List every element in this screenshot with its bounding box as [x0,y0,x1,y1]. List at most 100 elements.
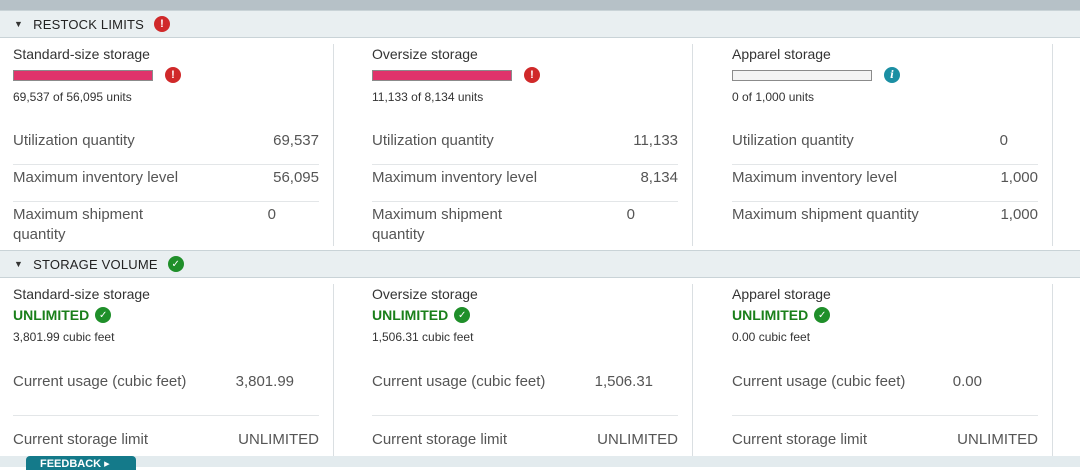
metric-value: UNLIMITED [597,431,678,448]
unlimited-status: UNLIMITED ✓ [732,307,831,323]
metric-value: 0.00 [952,373,982,390]
collapse-caret-icon[interactable]: ▼ [14,259,23,269]
metric-value: 1,506.31 [594,373,653,390]
units-text: 0 of 1,000 units [732,90,815,104]
column-divider [1052,284,1053,456]
storage-volume-panel: Standard-size storage UNLIMITED ✓ 3,801.… [0,278,1080,456]
metric-value: 0 [999,132,1008,149]
check-circle-icon: ✓ [454,307,471,323]
metric-label: Current usage (cubic feet) [732,373,906,390]
capacity-bar [732,69,872,81]
capacity-bar [13,69,153,81]
storage-type-label: Oversize storage [372,46,478,62]
metric-label: Current storage limit [732,431,868,448]
metric-row: Current storage limit UNLIMITED [732,430,1038,452]
unlimited-label: UNLIMITED [372,307,449,323]
metric-label: Maximum shipment quantity [732,206,919,223]
cubic-feet-text: 3,801.99 cubic feet [13,330,115,344]
volume-column-apparel: Apparel storage UNLIMITED ✓ 0.00 cubic f… [719,278,1079,456]
column-divider [1052,44,1053,246]
feedback-button[interactable]: FEEDBACK ▸ [26,456,136,470]
metric-value: 8,134 [640,169,678,186]
metric-value: 3,801.99 [235,373,294,390]
storage-type-label: Oversize storage [372,286,478,302]
units-text: 69,537 of 56,095 units [13,90,132,104]
volume-column-oversize: Oversize storage UNLIMITED ✓ 1,506.31 cu… [359,278,719,456]
metric-value: 11,133 [633,132,678,149]
metric-value: UNLIMITED [957,431,1038,448]
error-icon[interactable]: ! [165,67,181,83]
capacity-bar-group: ! [13,67,181,83]
metric-row: Maximum shipment quantity 0 [372,205,678,245]
metric-value: 1,000 [1000,169,1038,186]
check-circle-icon: ✓ [814,307,831,323]
error-icon: ! [154,16,171,32]
top-scroll-edge [0,0,1080,10]
metric-row: Current usage (cubic feet) 3,801.99 [13,372,319,416]
restock-column-oversize: Oversize storage ! 11,133 of 8,134 units… [359,38,719,246]
volume-column-standard: Standard-size storage UNLIMITED ✓ 3,801.… [0,278,360,456]
column-divider [333,44,334,246]
column-divider [692,284,693,456]
metric-row: Maximum inventory level 8,134 [372,168,678,202]
metric-label: Maximum inventory level [372,169,538,186]
metric-label: Utilization quantity [372,132,494,149]
capacity-bar-group: i [732,67,900,83]
metric-value: 1,000 [1000,206,1038,223]
metric-label: Current storage limit [13,431,149,448]
restock-column-apparel: Apparel storage i 0 of 1,000 units Utili… [719,38,1079,246]
metric-row: Maximum shipment quantity 0 [13,205,319,245]
metric-row: Current usage (cubic feet) 0.00 [732,372,1038,416]
units-text: 11,133 of 8,134 units [372,90,484,104]
restock-limits-panel: Standard-size storage ! 69,537 of 56,095… [0,38,1080,246]
metric-row: Current storage limit UNLIMITED [13,430,319,452]
capacity-bar-group: ! [372,67,540,83]
metric-label: Utilization quantity [732,132,854,149]
storage-type-label: Apparel storage [732,286,831,302]
metric-label: Maximum inventory level [13,169,179,186]
storage-type-label: Apparel storage [732,46,831,62]
unlimited-status: UNLIMITED ✓ [13,307,112,323]
metric-value: UNLIMITED [238,431,319,448]
metric-label: Maximum inventory level [732,169,898,186]
unlimited-label: UNLIMITED [13,307,90,323]
unlimited-label: UNLIMITED [732,307,809,323]
metric-row: Current usage (cubic feet) 1,506.31 [372,372,678,416]
metric-value: 56,095 [273,169,319,186]
collapse-caret-icon[interactable]: ▼ [14,19,23,29]
metric-row: Maximum inventory level 56,095 [13,168,319,202]
metric-row: Maximum inventory level 1,000 [732,168,1038,202]
metric-label: Current usage (cubic feet) [372,373,546,390]
metric-value: 0 [267,206,276,223]
restock-limits-header[interactable]: ▼ RESTOCK LIMITS ! [0,10,1080,38]
storage-volume-header[interactable]: ▼ STORAGE VOLUME ✓ [0,250,1080,278]
metric-row: Utilization quantity 0 [732,131,1038,165]
metric-label: Maximum shipment quantity [13,206,144,243]
cubic-feet-text: 1,506.31 cubic feet [372,330,474,344]
footer-bar [0,456,1080,467]
capacity-bar [372,69,512,81]
metric-label: Current usage (cubic feet) [13,373,187,390]
capacity-bar-fill [373,70,511,80]
cubic-feet-text: 0.00 cubic feet [732,330,811,344]
restock-column-standard: Standard-size storage ! 69,537 of 56,095… [0,38,360,246]
check-circle-icon: ✓ [95,307,112,323]
metric-label: Utilization quantity [13,132,135,149]
metric-row: Utilization quantity 69,537 [13,131,319,165]
section-title: STORAGE VOLUME [33,256,158,272]
metric-row: Utilization quantity 11,133 [372,131,678,165]
section-title: RESTOCK LIMITS [33,16,145,32]
capacity-bar-fill [14,70,152,80]
metric-value: 0 [626,206,635,223]
metric-row: Maximum shipment quantity 1,000 [732,205,1038,245]
storage-type-label: Standard-size storage [13,286,150,302]
column-divider [333,284,334,456]
metric-label: Maximum shipment quantity [372,206,503,243]
error-icon[interactable]: ! [524,67,540,83]
info-icon[interactable]: i [884,67,900,83]
metric-row: Current storage limit UNLIMITED [372,430,678,452]
metric-label: Current storage limit [372,431,508,448]
unlimited-status: UNLIMITED ✓ [372,307,471,323]
storage-type-label: Standard-size storage [13,46,150,62]
check-circle-icon: ✓ [167,256,184,272]
